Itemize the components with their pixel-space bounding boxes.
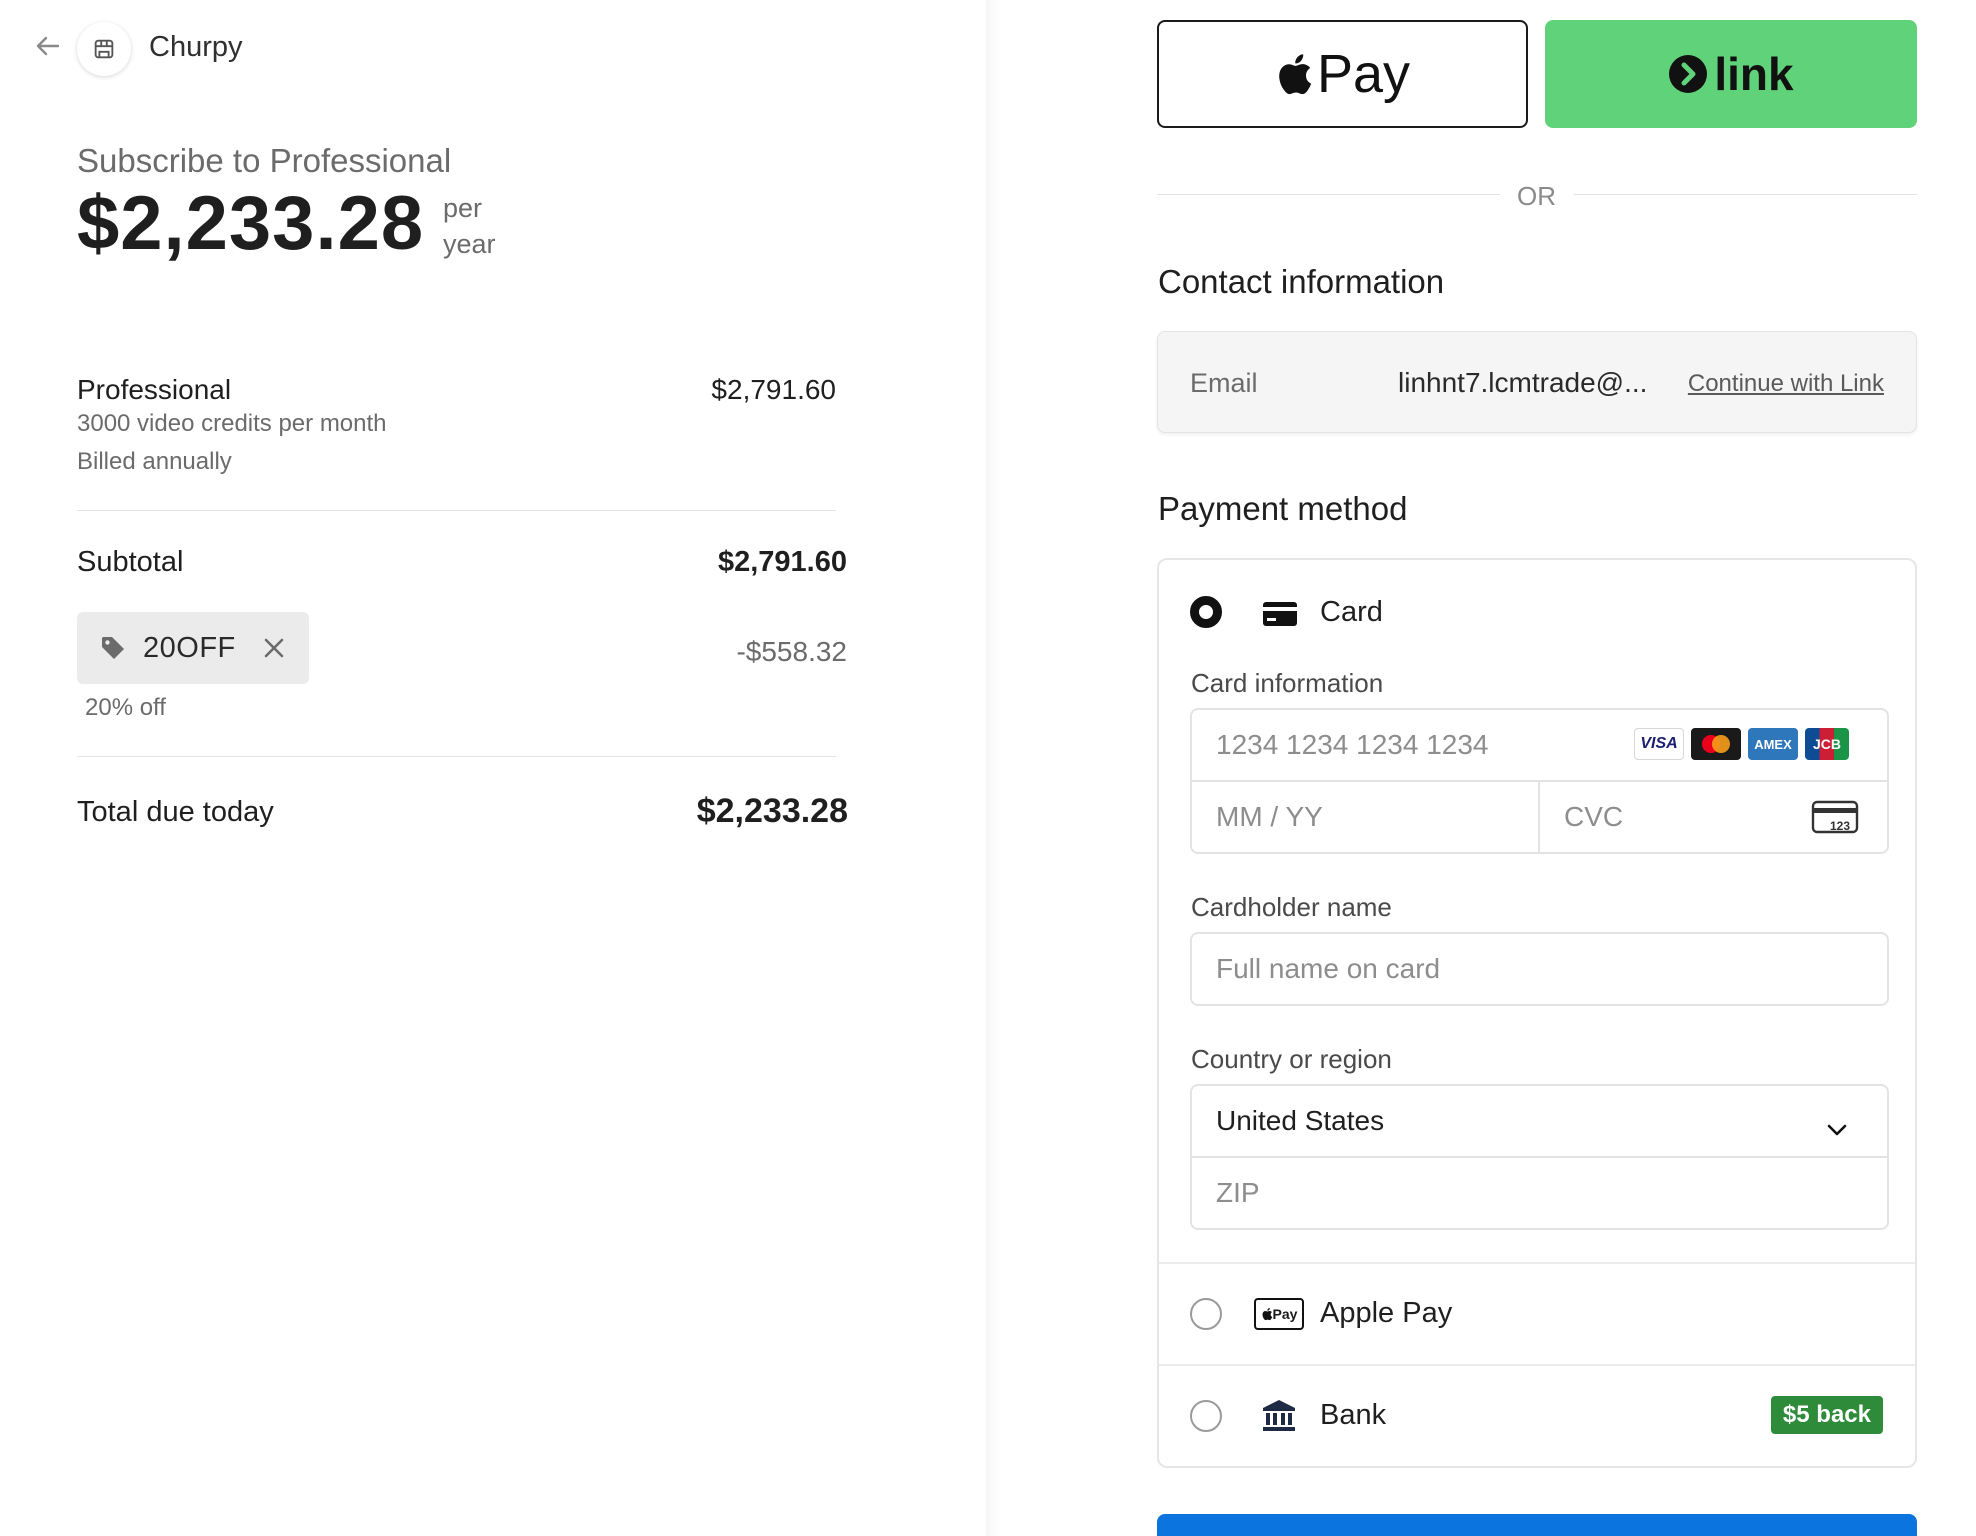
price-period-line1: per [443,193,483,223]
total-label: Total due today [77,796,274,828]
line-item-name: Professional [77,374,232,405]
card-info-label: Card information [1191,668,1384,698]
apple-pay-button[interactable]: Pay [1157,20,1528,128]
subscription-price: $2,233.28 [77,181,425,266]
apple-icon [1279,54,1312,95]
apple-pay-radio[interactable] [1190,1298,1222,1330]
card-info-group: VISA AMEX JCB 123 [1190,708,1889,854]
divider [1159,1262,1915,1264]
apple-pay-label: Pay [1316,44,1411,104]
divider [77,756,836,757]
country-select[interactable]: United States [1190,1084,1889,1158]
pane-divider [986,0,1000,1536]
zip-input[interactable] [1190,1156,1889,1230]
divider [1159,1364,1915,1366]
contact-title: Contact information [1158,263,1445,300]
card-icon [1263,602,1297,626]
cvc-card-icon: 123 [1811,800,1859,834]
discount-amount: -$558.32 [736,636,847,667]
bank-option-label: Bank [1320,1399,1387,1431]
amex-icon: AMEX [1748,728,1798,760]
continue-with-link[interactable]: Continue with Link [1688,370,1884,398]
bank-cashback-badge: $5 back [1770,1396,1883,1434]
back-arrow-icon[interactable] [32,30,64,62]
payment-method-box: Card Card information VISA AMEX JCB 123 … [1157,558,1917,1468]
cvc-icon-text: 123 [1830,819,1850,833]
close-icon[interactable] [261,635,287,661]
chevron-down-icon [1827,1124,1847,1136]
email-field[interactable]: Email linhnt7.lcmtrade@... Continue with… [1157,331,1917,433]
bank-icon [1263,1400,1295,1431]
card-brands: VISA AMEX JCB [1634,728,1849,760]
or-text: OR [1517,181,1556,211]
country-value: United States [1216,1105,1385,1136]
mastercard-icon [1691,728,1741,760]
subtotal-label: Subtotal [77,546,184,578]
apple-pay-option-label: Apple Pay [1320,1297,1453,1329]
link-label: link [1714,48,1794,100]
subtotal-value: $2,791.60 [717,546,847,578]
payment-pane: Pay link OR Contact information Email li… [1000,0,1976,1536]
promo-code-chip[interactable]: 20OFF [77,612,309,684]
apple-pay-icon: Pay [1254,1298,1304,1330]
promo-code: 20OFF [143,631,236,664]
email-label: Email [1190,368,1258,398]
brand-name: Churpy [149,31,243,63]
or-divider-left [1157,194,1500,195]
store-icon [94,39,114,59]
subscription-title: Subscribe to Professional [77,142,452,179]
cardholder-label: Cardholder name [1191,892,1392,922]
line-item-price: $2,791.60 [711,374,836,405]
tag-icon [102,637,124,659]
visa-icon: VISA [1634,728,1684,760]
payment-method-title: Payment method [1158,490,1408,527]
price-period: per year [443,190,523,262]
link-arrow-icon [1669,55,1708,93]
email-value: linhnt7.lcmtrade@... [1398,367,1648,398]
divider [77,510,836,511]
link-button[interactable]: link [1545,20,1917,128]
bank-radio[interactable] [1190,1400,1222,1432]
card-label: Card [1320,596,1383,628]
country-label: Country or region [1191,1044,1392,1074]
apple-icon [1262,1308,1272,1321]
brand-logo[interactable] [77,22,131,76]
expiry-input[interactable] [1190,780,1540,854]
line-item-billing: Billed annually [77,448,232,475]
or-divider-right [1574,194,1917,195]
cardholder-input[interactable] [1190,932,1889,1006]
card-radio[interactable] [1190,596,1222,628]
jcb-icon: JCB [1805,728,1849,760]
price-period-line2: year [443,229,496,259]
total-value: $2,233.28 [696,792,848,830]
line-item-description: 3000 video credits per month [77,410,387,437]
order-summary-pane: Churpy Subscribe to Professional $2,233.… [0,0,986,1536]
apple-pay-icon-text: Pay [1272,1306,1298,1322]
discount-note: 20% off [85,694,166,721]
subscribe-button[interactable] [1157,1514,1917,1536]
